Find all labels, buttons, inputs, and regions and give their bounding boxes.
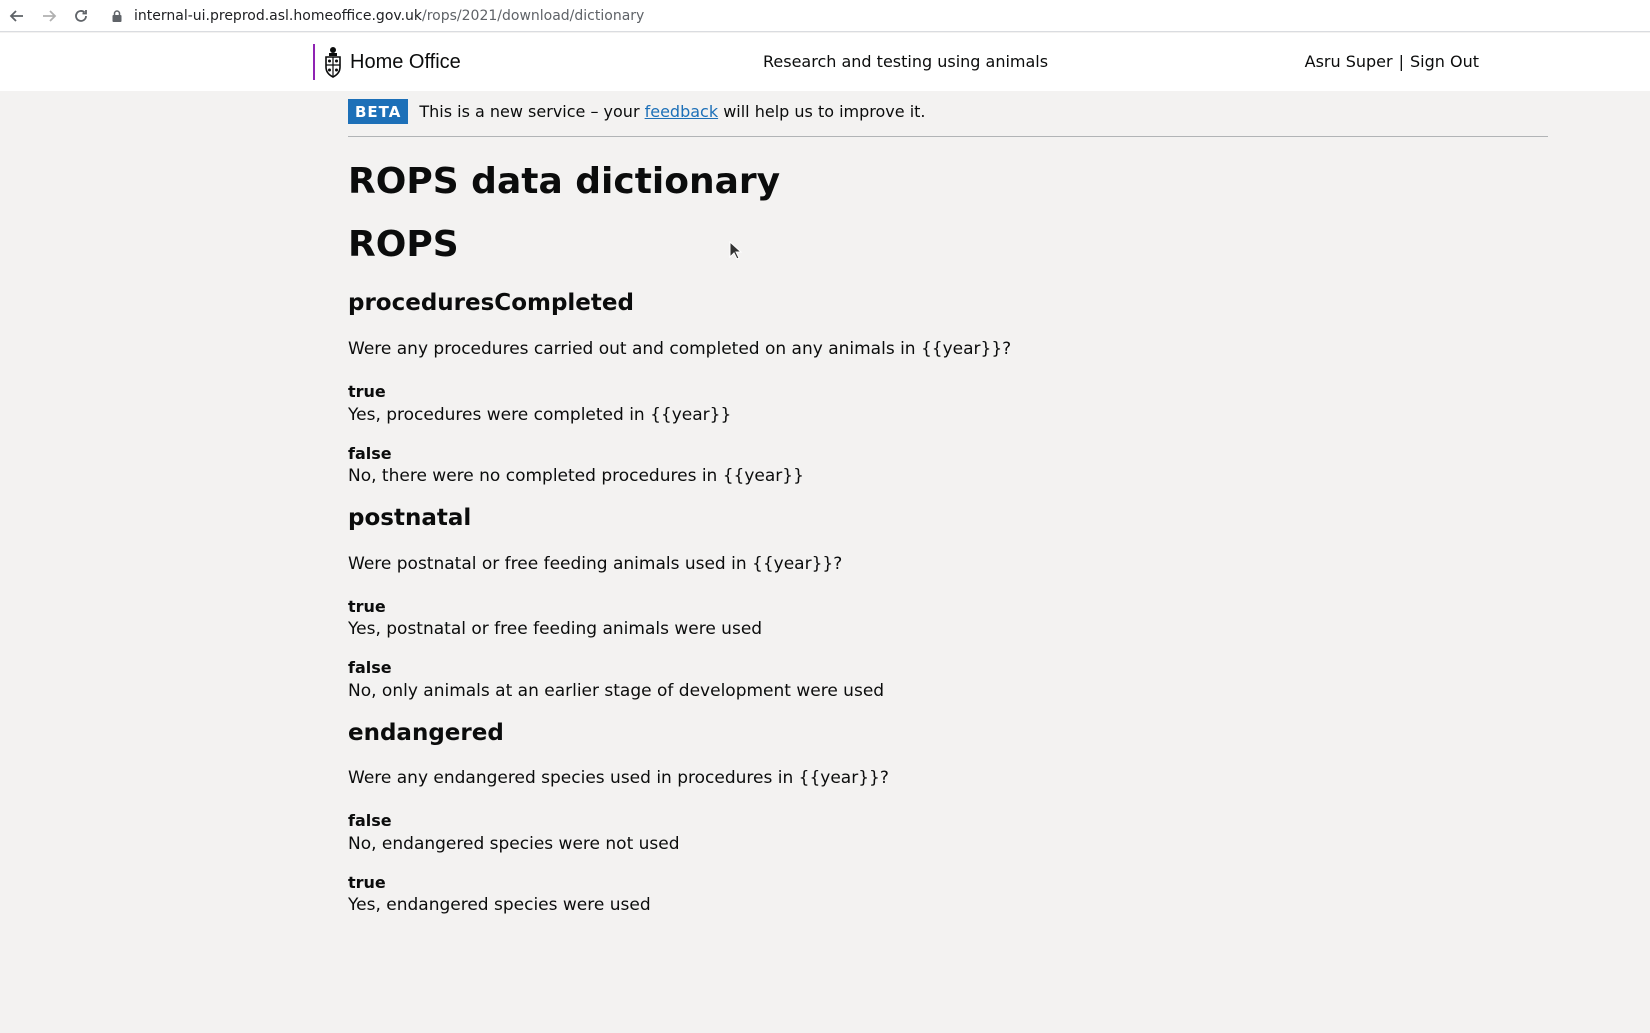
logo-text: Home Office: [350, 50, 461, 73]
banner-text-after: will help us to improve it.: [718, 102, 926, 121]
feedback-link[interactable]: feedback: [645, 102, 719, 121]
field-option: false No, endangered species were not us…: [348, 811, 1548, 856]
phase-banner-text: This is a new service – your feedback wi…: [419, 99, 925, 125]
browser-toolbar: internal-ui.preprod.asl.homeoffice.gov.u…: [0, 0, 1650, 32]
beta-tag: BETA: [348, 99, 409, 124]
address-bar[interactable]: internal-ui.preprod.asl.homeoffice.gov.u…: [110, 3, 1644, 29]
lock-icon: [112, 9, 122, 22]
option-label: Yes, endangered species were used: [348, 895, 651, 916]
back-arrow-icon: [9, 9, 23, 22]
option-label: No, there were no completed procedures i…: [348, 466, 804, 487]
url-host: internal-ui.preprod.asl.homeoffice.gov.u…: [134, 7, 423, 24]
sign-out-link[interactable]: Sign Out: [1410, 52, 1479, 71]
option-key: false: [348, 443, 392, 463]
field-question: Were any endangered species used in proc…: [348, 768, 889, 789]
option-key: true: [348, 382, 386, 402]
field-option: true Yes, procedures were completed in {…: [348, 382, 1548, 427]
option-key: false: [348, 811, 392, 831]
option-label: No, endangered species were not used: [348, 833, 680, 854]
forward-button[interactable]: [39, 6, 59, 26]
field-procedures-completed: proceduresCompleted Were any procedures …: [348, 290, 1548, 489]
mouse-cursor-icon: [729, 241, 743, 260]
field-option: true Yes, postnatal or free feeding anim…: [348, 597, 1548, 642]
field-question: Were postnatal or free feeding animals u…: [348, 553, 843, 574]
option-label: Yes, postnatal or free feeding animals w…: [348, 619, 763, 640]
option-label: No, only animals at an earlier stage of …: [348, 680, 885, 701]
royal-crest-icon: [325, 47, 341, 78]
option-key: true: [348, 596, 386, 616]
user-nav: Asru Super | Sign Out: [1305, 52, 1479, 71]
forward-arrow-icon: [43, 9, 57, 22]
banner-text-before: This is a new service – your: [419, 102, 645, 121]
site-header: Home Office Research and testing using a…: [0, 33, 1650, 91]
reload-icon: [75, 9, 87, 22]
field-option: false No, there were no completed proced…: [348, 444, 1548, 489]
user-nav-separator: |: [1398, 52, 1404, 71]
field-endangered: endangered Were any endangered species u…: [348, 720, 1548, 919]
field-question: Were any procedures carried out and comp…: [348, 338, 1012, 359]
reload-button[interactable]: [71, 6, 91, 26]
field-name: endangered: [348, 719, 504, 746]
home-office-logo[interactable]: Home Office: [313, 44, 461, 80]
field-name: postnatal: [348, 504, 472, 531]
field-postnatal: postnatal Were postnatal or free feeding…: [348, 505, 1548, 704]
main-content: ROPS data dictionary ROPS proceduresComp…: [348, 160, 1548, 934]
page-title: ROPS data dictionary: [348, 161, 781, 202]
service-name-link[interactable]: Research and testing using animals: [763, 52, 1048, 71]
phase-banner: BETA This is a new service – your feedba…: [348, 99, 1548, 137]
url-path: /rops/2021/download/dictionary: [422, 7, 645, 24]
option-key: true: [348, 872, 386, 892]
option-label: Yes, procedures were completed in {{year…: [348, 404, 732, 425]
back-button[interactable]: [7, 6, 27, 26]
user-name-link[interactable]: Asru Super: [1305, 52, 1393, 71]
field-name: proceduresCompleted: [348, 290, 634, 317]
field-option: true Yes, endangered species were used: [348, 873, 1548, 918]
option-key: false: [348, 658, 392, 678]
section-title: ROPS: [348, 224, 459, 266]
field-option: false No, only animals at an earlier sta…: [348, 658, 1548, 703]
